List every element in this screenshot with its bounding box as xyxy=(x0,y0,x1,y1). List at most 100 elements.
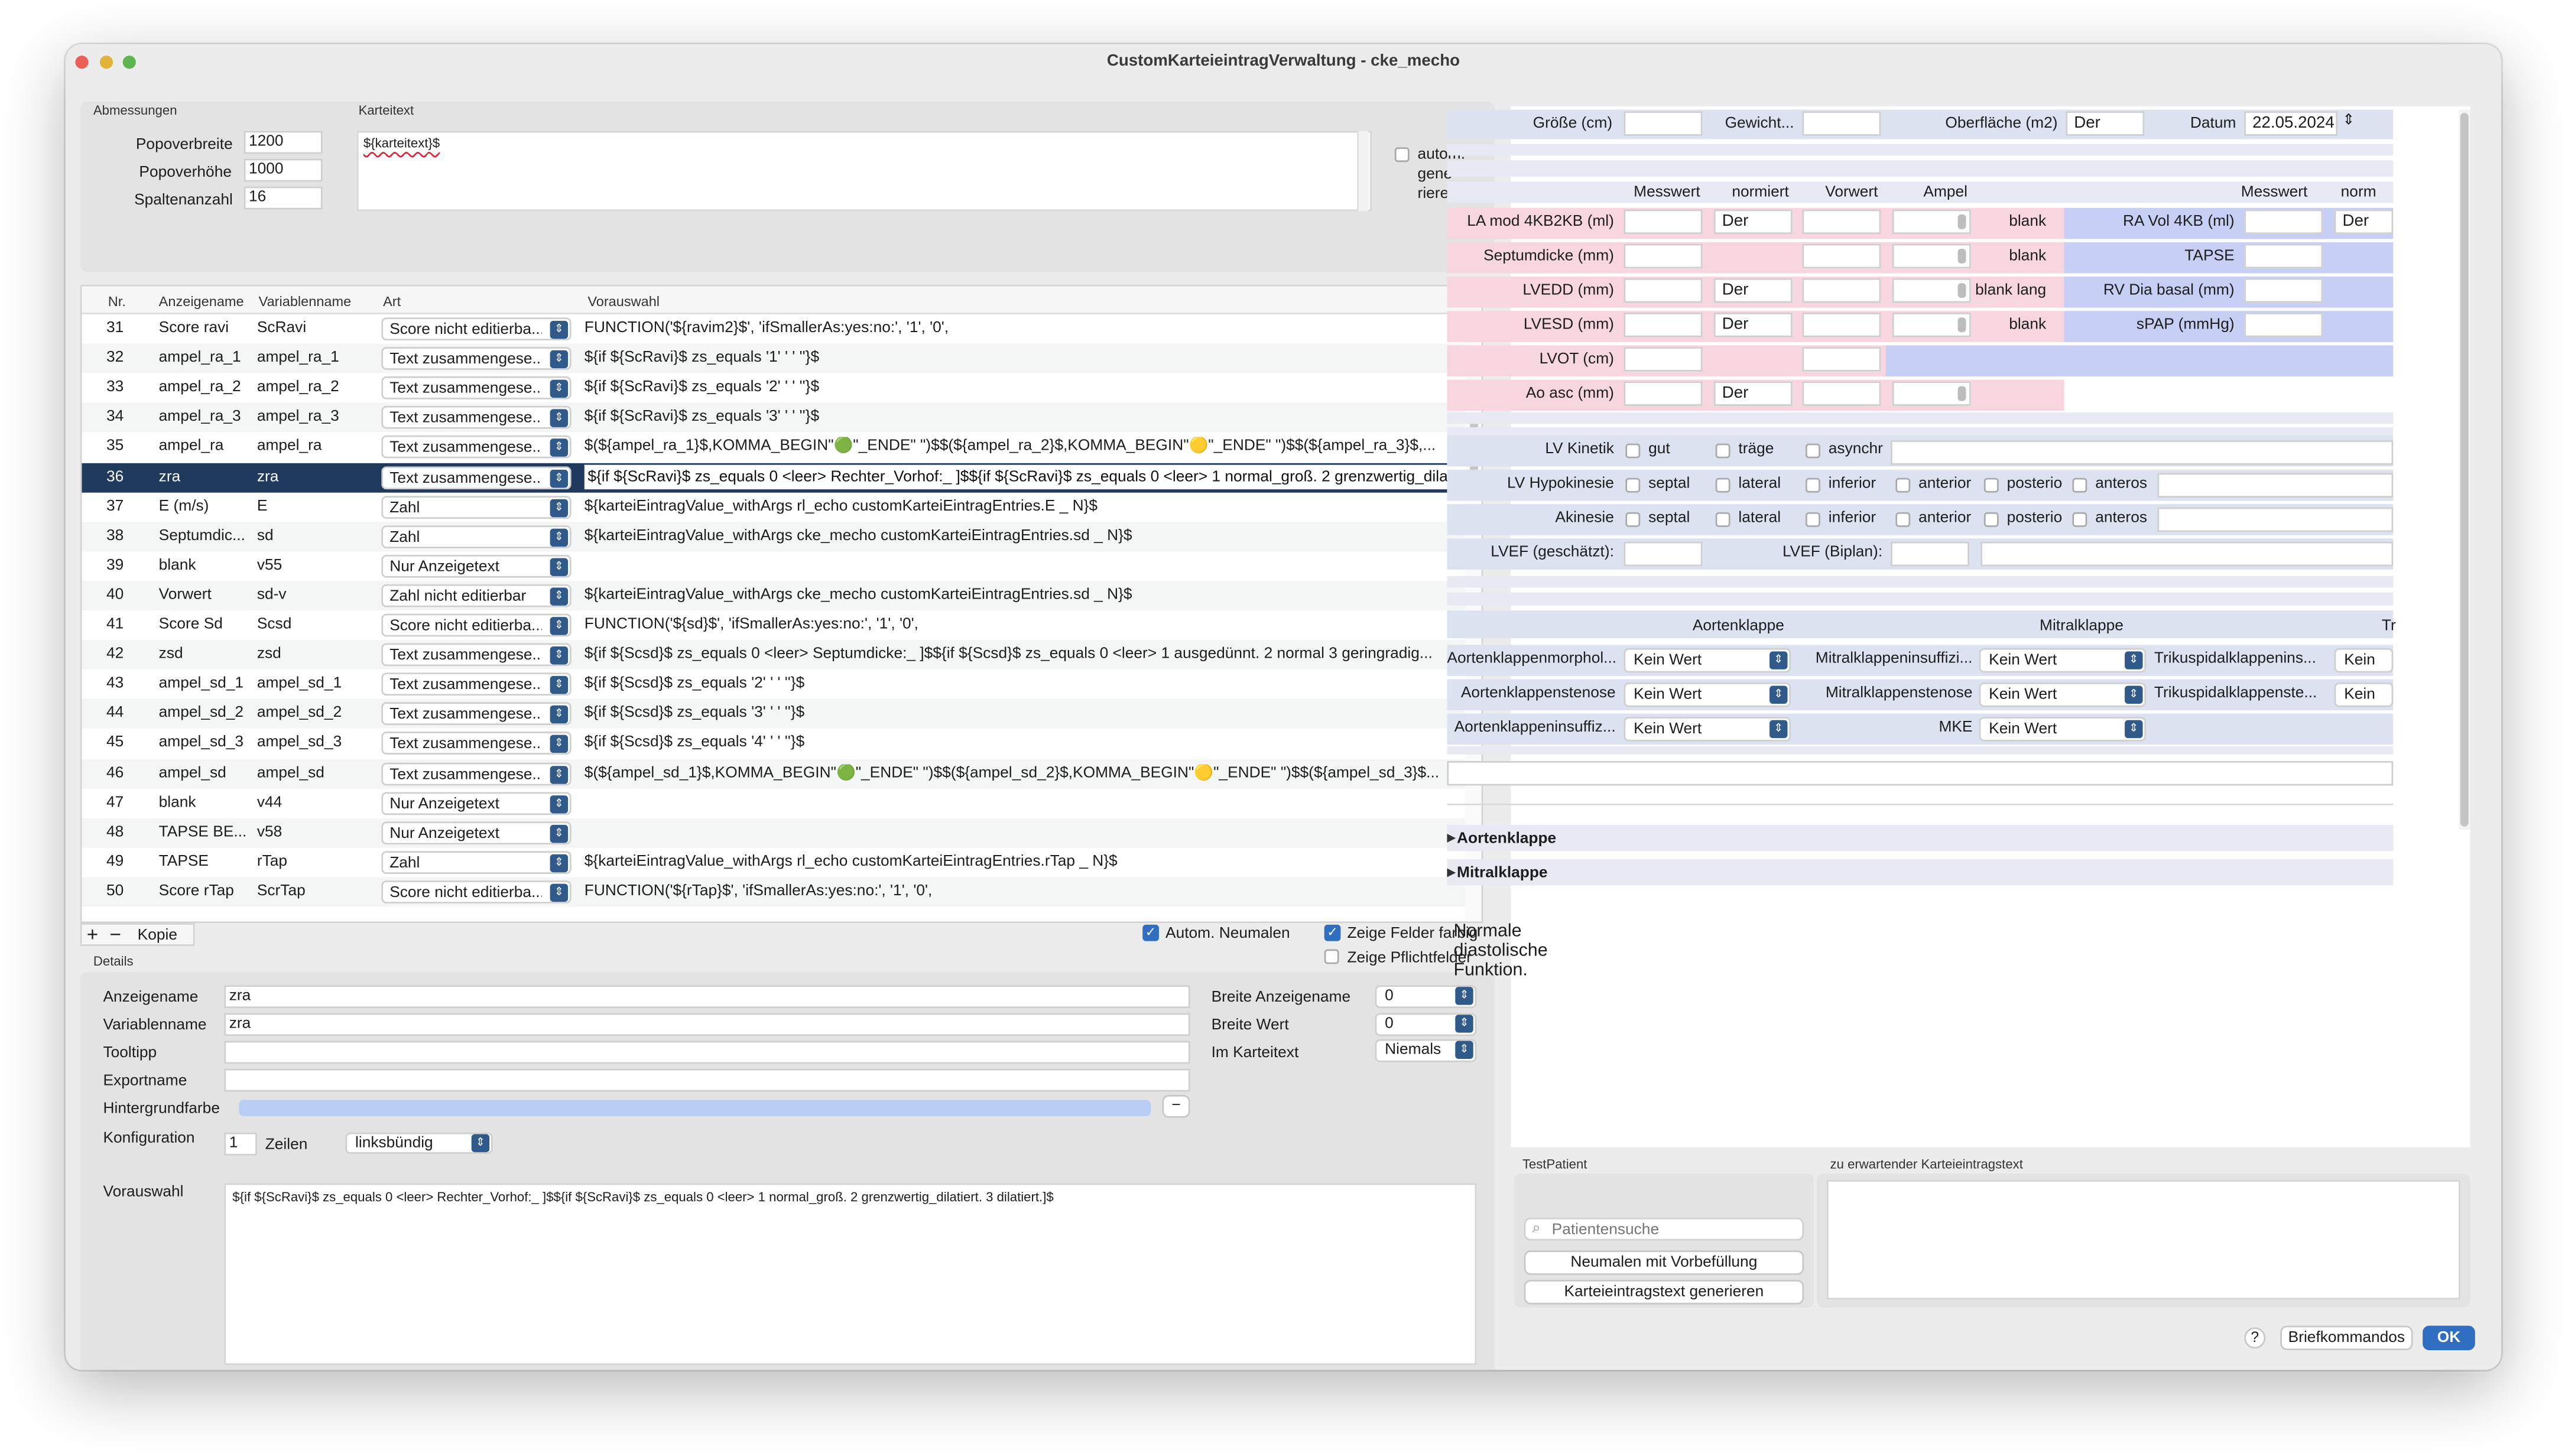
art-select[interactable]: Score nicht editierba... ⇕ xyxy=(381,880,572,904)
lvesd-messwert-field[interactable] xyxy=(1624,313,1703,337)
lv-hypokinesie-anterior-checkbox[interactable] xyxy=(1895,477,1911,493)
remove-row-button[interactable]: − xyxy=(110,923,121,946)
karteitext-scrollbar[interactable] xyxy=(1357,131,1369,212)
art-select[interactable]: Nur Anzeigetext ⇕ xyxy=(381,554,572,578)
art-select[interactable]: Text zusammengese... ⇕ xyxy=(381,376,572,400)
art-select[interactable]: Zahl ⇕ xyxy=(381,495,572,518)
popoverhoehe-field[interactable]: 1000 xyxy=(243,158,323,182)
table-row[interactable]: 49 TAPSE rTap Zahl ⇕ ${karteiEintragValue_wit… xyxy=(82,847,1481,877)
minimize-window-button[interactable] xyxy=(99,56,113,69)
tooltipp-field[interactable] xyxy=(224,1041,1190,1064)
art-select[interactable]: Score nicht editierba... ⇕ xyxy=(381,613,572,637)
breite-wert-stepper[interactable]: 0 ⇕ xyxy=(1375,1013,1477,1036)
lvef-geschaetzt-field[interactable] xyxy=(1624,541,1703,567)
akinesie-lateral-checkbox[interactable] xyxy=(1715,512,1730,527)
zeige-farbig-checkbox[interactable]: ✓ xyxy=(1324,924,1341,941)
popoverbreite-field[interactable]: 1200 xyxy=(243,131,323,154)
table-row[interactable]: 48 TAPSE BE... v58 Nur Anzeigetext ⇕ xyxy=(82,817,1482,847)
zeige-pflicht-checkbox[interactable] xyxy=(1324,949,1339,964)
rvdia-field[interactable] xyxy=(2244,278,2323,303)
exportname-field[interactable] xyxy=(224,1068,1190,1092)
table-row[interactable]: 38 Septumdic... sd Zahl ⇕ ${karteiEintragValu… xyxy=(82,521,1482,551)
lamod-messwert-field[interactable] xyxy=(1624,209,1703,235)
vorauswahl-area[interactable]: ${if ${ScRavi}$ zs_equals 0 <leer> Recht… xyxy=(224,1183,1477,1365)
col-variablenname[interactable]: Variablenname xyxy=(259,293,352,310)
table-row[interactable]: 46 ampel_sd ampel_sd Text zusammengese... ⇕ $… xyxy=(82,758,1482,788)
lvot-messwert-field[interactable] xyxy=(1624,347,1703,372)
table-row[interactable]: 41 Score Sd Scsd Score nicht editierba... ⇕ F… xyxy=(82,610,1481,640)
table-row[interactable]: 34 ampel_ra_3 ampel_ra_3 Text zusammengese.… xyxy=(82,403,1482,433)
hintergrundfarbe-swatch[interactable] xyxy=(239,1100,1151,1116)
patient-search-input[interactable] xyxy=(1551,1221,1798,1239)
gewicht-field[interactable] xyxy=(1802,111,1881,136)
table-row[interactable]: 31 Score ravi ScRavi Score nicht editierba.… xyxy=(82,314,1481,344)
briefkommandos-button[interactable]: Briefkommandos xyxy=(2280,1325,2413,1351)
lvedd-vorwert-field[interactable] xyxy=(1802,278,1881,303)
septum-vorwert-field[interactable] xyxy=(1802,243,1881,269)
lamod-ampel-slider[interactable] xyxy=(1892,209,1971,235)
lv-kinetik-traege-checkbox[interactable] xyxy=(1715,443,1730,459)
table-row[interactable]: 45 ampel_sd_3 ampel_sd_3 Text zusammengese.… xyxy=(82,729,1481,759)
art-select[interactable]: Text zusammengese... ⇕ xyxy=(381,406,572,430)
lamod-vorwert-field[interactable] xyxy=(1802,209,1881,235)
akinesie-anterior-checkbox[interactable] xyxy=(1895,512,1911,527)
lvesd-ampel-slider[interactable] xyxy=(1892,313,1971,337)
tk_sten-select[interactable]: Kein W xyxy=(2334,682,2394,707)
lvot-vorwert-field[interactable] xyxy=(1802,347,1881,372)
zoom-window-button[interactable] xyxy=(122,56,136,69)
lv-hypokinesie-septal-checkbox[interactable] xyxy=(1625,477,1641,493)
groesse-field[interactable] xyxy=(1624,111,1703,136)
preview-scroll-thumb[interactable] xyxy=(2460,113,2469,827)
table-row[interactable]: 33 ampel_ra_2 ampel_ra_2 Text zusammengese.… xyxy=(82,373,1481,403)
lv-kinetik-asynchr-checkbox[interactable] xyxy=(1805,443,1820,459)
anzeigename-field[interactable]: zra xyxy=(224,985,1190,1009)
art-select[interactable]: Text zusammengese... ⇕ xyxy=(381,762,572,785)
art-select[interactable]: Text zusammengese... ⇕ xyxy=(381,436,572,459)
neumalen-button[interactable]: Neumalen mit Vorbefüllung xyxy=(1524,1250,1804,1275)
akinesie-text[interactable] xyxy=(2157,507,2394,532)
akinesie-anteros-checkbox[interactable] xyxy=(2072,512,2087,527)
lvedd-normiert-field[interactable]: Der xyxy=(1713,278,1793,303)
autom-neumalen-checkbox[interactable]: ✓ xyxy=(1142,924,1159,941)
close-window-button[interactable] xyxy=(75,56,89,69)
art-select[interactable]: Nur Anzeigetext ⇕ xyxy=(381,821,572,844)
karteitext-area[interactable]: ${karteitext}$ xyxy=(356,131,1372,212)
aoasc-normiert-field[interactable]: Der xyxy=(1713,381,1793,406)
ok-button[interactable]: OK xyxy=(2423,1325,2475,1351)
disclosure-aortenklappe[interactable]: Aortenklappe xyxy=(1457,830,1556,847)
mk_sten-select[interactable]: Kein Wert ⇕ xyxy=(1979,682,2147,707)
clear-color-button[interactable]: − xyxy=(1162,1094,1190,1118)
lvesd-vorwert-field[interactable] xyxy=(1802,313,1881,337)
copy-row-button[interactable]: Kopie xyxy=(138,927,177,944)
lvedd-messwert-field[interactable] xyxy=(1624,278,1703,303)
art-select[interactable]: Nur Anzeigetext ⇕ xyxy=(381,791,572,815)
table-row[interactable]: 47 blank v44 Nur Anzeigetext ⇕ xyxy=(82,788,1481,818)
lv-kinetik-text[interactable] xyxy=(1891,440,2394,465)
art-select[interactable]: Zahl ⇕ xyxy=(381,525,572,548)
variablenname-field[interactable]: zra xyxy=(224,1013,1190,1036)
table-row[interactable]: 35 ampel_ra ampel_ra Text zusammengese... ⇕ $… xyxy=(82,433,1481,462)
ravol-field[interactable] xyxy=(2244,209,2323,235)
art-select[interactable]: Text zusammengese... ⇕ xyxy=(381,732,572,755)
patient-search-field[interactable]: ⌕ xyxy=(1524,1217,1804,1241)
help-button[interactable]: ? xyxy=(2244,1327,2266,1349)
oberflaeche-field[interactable]: Der xyxy=(2066,111,2145,136)
lvesd-normiert-field[interactable]: Der xyxy=(1713,313,1793,337)
add-row-button[interactable]: + xyxy=(87,923,98,946)
art-select[interactable]: Zahl ⇕ xyxy=(381,850,572,874)
lv-hypokinesie-anteros-checkbox[interactable] xyxy=(2072,477,2087,493)
disclosure-mitralklappe[interactable]: Mitralklappe xyxy=(1457,864,1548,882)
table-row[interactable]: 44 ampel_sd_2 ampel_sd_2 Text zusammengese.… xyxy=(82,699,1482,729)
ak_morph-select[interactable]: Kein Wert ⇕ xyxy=(1624,648,1791,673)
lv-hypokinesie-lateral-checkbox[interactable] xyxy=(1715,477,1730,493)
col-vorauswahl[interactable]: Vorauswahl xyxy=(587,293,660,310)
lv-kinetik-gut-checkbox[interactable] xyxy=(1625,443,1641,459)
lv-hypokinesie-inferior-checkbox[interactable] xyxy=(1805,477,1820,493)
aoasc-messwert-field[interactable] xyxy=(1624,381,1703,406)
ak_insuff-select[interactable]: Kein Wert ⇕ xyxy=(1624,717,1791,742)
date-stepper-icon[interactable]: ⇕ xyxy=(2342,111,2355,129)
table-row[interactable]: 32 ampel_ra_1 ampel_ra_1 Text zusammengese.… xyxy=(82,343,1482,373)
im-karteitext-select[interactable]: Niemals ⇕ xyxy=(1375,1039,1477,1062)
col-nr[interactable]: Nr. xyxy=(108,293,126,310)
table-row[interactable]: 43 ampel_sd_1 ampel_sd_1 Text zusammengese.… xyxy=(82,670,1481,699)
